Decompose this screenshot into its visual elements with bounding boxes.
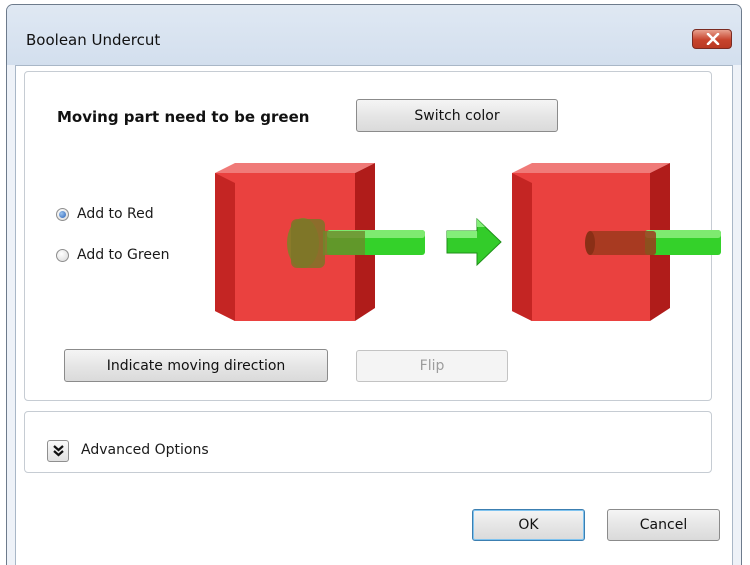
advanced-options-label: Advanced Options [81,442,209,458]
instruction-heading: Moving part need to be green [57,108,310,126]
cancel-button[interactable]: Cancel [607,509,720,541]
radio-checked-icon[interactable] [56,207,69,221]
transform-arrow-icon [446,217,502,267]
radio-unchecked-icon[interactable] [56,248,69,262]
double-chevron-down-icon [53,445,64,457]
radio-label-add-to-green: Add to Green [77,247,170,263]
title-bar[interactable]: Boolean Undercut [7,5,741,65]
undercut-illustration [215,163,721,321]
radio-add-to-red[interactable]: Add to Red [56,206,154,222]
flip-button[interactable]: Flip [356,350,508,382]
radio-add-to-green[interactable]: Add to Green [56,247,169,263]
window-title: Boolean Undercut [26,31,161,49]
radio-label-add-to-red: Add to Red [77,206,154,222]
close-icon [706,33,720,45]
expand-advanced-button[interactable] [47,440,69,462]
ok-button[interactable]: OK [472,509,585,541]
green-pin-after-icon [585,230,721,255]
switch-color-button[interactable]: Switch color [356,99,558,132]
indicate-moving-direction-button[interactable]: Indicate moving direction [64,349,328,382]
close-button[interactable] [692,29,732,49]
